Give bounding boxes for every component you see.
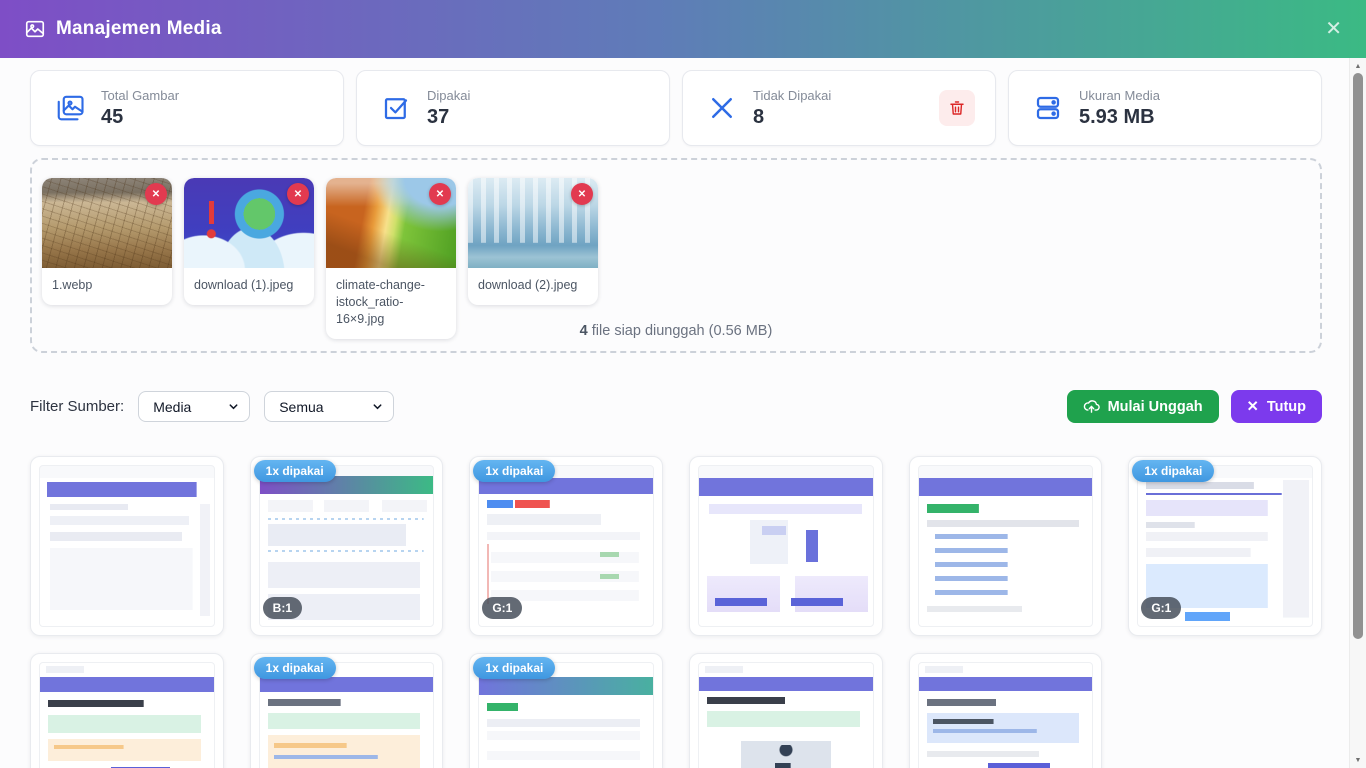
- usage-badge: 1x dipakai: [473, 657, 555, 679]
- delete-unused-button[interactable]: [939, 90, 975, 126]
- upload-thumbnail: ✕: [42, 178, 172, 268]
- select-value: Semua: [279, 399, 323, 415]
- remove-file-button[interactable]: ✕: [145, 183, 167, 205]
- modal-header: Manajemen Media ✕: [0, 0, 1366, 58]
- images-icon: [55, 93, 85, 123]
- media-item[interactable]: [30, 456, 224, 636]
- close-modal-label: Tutup: [1267, 399, 1306, 415]
- stat-value: 8: [753, 106, 831, 129]
- media-item[interactable]: [909, 653, 1103, 768]
- start-upload-label: Mulai Unggah: [1108, 399, 1203, 415]
- stats-row: Total Gambar 45 Dipakai 37 Tidak Dipakai 8 Uku…: [30, 70, 1322, 146]
- stat-card-tidak-dipakai: Tidak Dipakai 8: [682, 70, 996, 146]
- media-thumbnail: [39, 465, 215, 627]
- stat-value: 5.93 MB: [1079, 106, 1160, 129]
- stat-text: Dipakai 37: [427, 88, 470, 129]
- close-icon: ✕: [1247, 399, 1259, 415]
- upload-file-count: 4: [580, 323, 588, 339]
- x-mark-icon: [707, 93, 737, 123]
- media-thumbnail: [918, 465, 1094, 627]
- media-thumbnail: [698, 465, 874, 627]
- media-item[interactable]: 1x dipakai G:1: [469, 456, 663, 636]
- start-upload-button[interactable]: Mulai Unggah: [1067, 390, 1219, 423]
- filter-bar: Filter Sumber: Media Semua Mulai Unggah …: [30, 390, 1322, 423]
- trash-icon: [948, 99, 966, 117]
- stat-text: Tidak Dipakai 8: [753, 88, 831, 129]
- scrollbar: ▲ ▼: [1349, 58, 1366, 768]
- filter-usage-select[interactable]: Semua: [264, 391, 394, 422]
- upload-file-tile: ✕ download (2).jpeg: [468, 178, 598, 305]
- upload-summary: 4file siap diunggah (0.56 MB): [32, 323, 1320, 339]
- upload-file-tile: ✕ download (1).jpeg: [184, 178, 314, 305]
- media-item[interactable]: [689, 653, 883, 768]
- stat-value: 37: [427, 106, 470, 129]
- counter-badge: B:1: [263, 597, 302, 619]
- server-icon: [1033, 93, 1063, 123]
- select-value: Media: [153, 399, 191, 415]
- counter-badge: G:1: [1141, 597, 1181, 619]
- remove-file-button[interactable]: ✕: [571, 183, 593, 205]
- media-thumbnail: [39, 662, 215, 768]
- modal-title: Manajemen Media: [56, 18, 222, 40]
- remove-file-button[interactable]: ✕: [429, 183, 451, 205]
- usage-badge: 1x dipakai: [254, 657, 336, 679]
- stat-card-dipakai: Dipakai 37: [356, 70, 670, 146]
- scrollbar-up-arrow[interactable]: ▲: [1350, 58, 1366, 74]
- scrollbar-thumb[interactable]: [1353, 73, 1363, 639]
- upload-file-tile: ✕climate-change-istock_ratio-16×9.jpg: [326, 178, 456, 339]
- upload-filename: download (1).jpeg: [184, 268, 314, 305]
- stat-label: Tidak Dipakai: [753, 88, 831, 103]
- media-item[interactable]: 1x dipakai: [250, 653, 444, 768]
- media-item[interactable]: [30, 653, 224, 768]
- counter-badge: G:1: [482, 597, 522, 619]
- close-icon[interactable]: ✕: [1325, 19, 1342, 39]
- stat-label: Dipakai: [427, 88, 470, 103]
- upload-file-tile: ✕ 1.webp: [42, 178, 172, 305]
- upload-tiles: ✕ 1.webp ✕ download (1).jpeg ✕climate-change…: [42, 178, 1310, 339]
- media-item[interactable]: 1x dipakai: [469, 653, 663, 768]
- media-item[interactable]: 1x dipakai G:1: [1128, 456, 1322, 636]
- media-item[interactable]: 1x dipakai B:1: [250, 456, 444, 636]
- upload-thumbnail: ✕: [184, 178, 314, 268]
- usage-badge: 1x dipakai: [473, 460, 555, 482]
- media-thumbnail: [698, 662, 874, 768]
- upload-thumbnail: ✕: [326, 178, 456, 268]
- stat-card-total-gambar: Total Gambar 45: [30, 70, 344, 146]
- upload-thumbnail: ✕: [468, 178, 598, 268]
- modal-content: Total Gambar 45 Dipakai 37 Tidak Dipakai 8 Uku…: [0, 58, 1349, 768]
- check-square-icon: [381, 93, 411, 123]
- filter-source-select[interactable]: Media: [138, 391, 250, 422]
- close-modal-button[interactable]: ✕ Tutup: [1231, 390, 1322, 423]
- upload-filename: 1.webp: [42, 268, 172, 305]
- upload-filename: download (2).jpeg: [468, 268, 598, 305]
- media-thumbnail: [918, 662, 1094, 768]
- media-item[interactable]: [689, 456, 883, 636]
- chevron-down-icon: [228, 401, 239, 412]
- remove-file-button[interactable]: ✕: [287, 183, 309, 205]
- upload-dropzone[interactable]: ✕ 1.webp ✕ download (1).jpeg ✕climate-change…: [30, 158, 1322, 353]
- stat-value: 45: [101, 106, 179, 129]
- image-icon: [24, 18, 46, 40]
- chevron-down-icon: [372, 401, 383, 412]
- stat-label: Total Gambar: [101, 88, 179, 103]
- usage-badge: 1x dipakai: [254, 460, 336, 482]
- scrollbar-down-arrow[interactable]: ▼: [1350, 752, 1366, 768]
- filter-label: Filter Sumber:: [30, 398, 124, 415]
- upload-summary-text: file siap diunggah (0.56 MB): [592, 323, 773, 339]
- stat-label: Ukuran Media: [1079, 88, 1160, 103]
- upload-cloud-icon: [1083, 398, 1100, 415]
- media-grid: 1x dipakaiB:11x dipakaiG:11x dipakaiG:11…: [30, 456, 1322, 768]
- usage-badge: 1x dipakai: [1132, 460, 1214, 482]
- stat-text: Total Gambar 45: [101, 88, 179, 129]
- stat-card-ukuran-media: Ukuran Media 5.93 MB: [1008, 70, 1322, 146]
- media-item[interactable]: [909, 456, 1103, 636]
- stat-text: Ukuran Media 5.93 MB: [1079, 88, 1160, 129]
